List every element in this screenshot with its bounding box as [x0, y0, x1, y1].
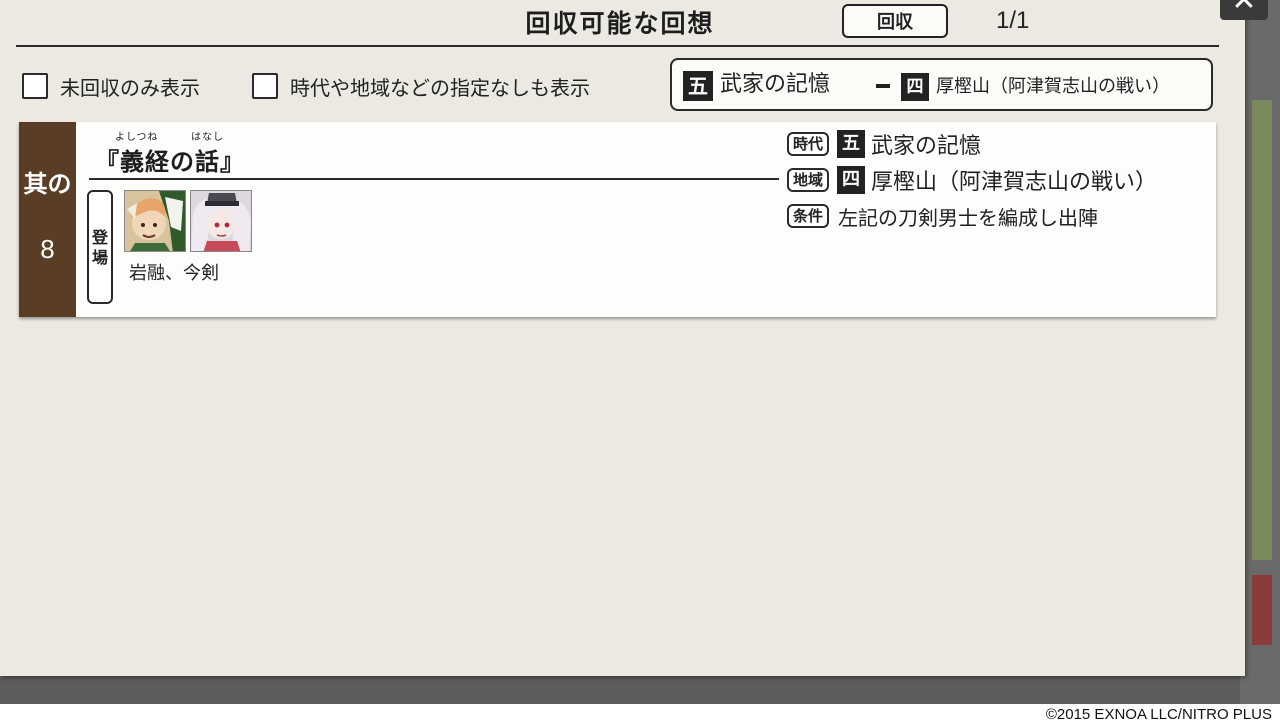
condition-row: 条件 左記の刀剣男士を編成し出陣: [787, 201, 1098, 231]
close-icon[interactable]: ✕: [1220, 0, 1268, 20]
background-decoration: [1252, 100, 1272, 560]
era-row: 時代 五 武家の記憶: [787, 129, 981, 159]
era-name: 武家の記憶: [720, 72, 831, 97]
character-portrait-iwatooshi: [124, 190, 186, 252]
condition-tag: 条件: [787, 204, 830, 228]
region-name: 厚樫山（阿津賀志山の戦い）: [936, 76, 1170, 97]
game-screen: 回収可能な回想 回収 1/1 未回収のみ表示 時代や地域などの指定なしも表示 五…: [0, 0, 1280, 704]
filter-show-unspecified[interactable]: 時代や地域などの指定なしも表示: [252, 70, 590, 102]
filter-unrecovered-only[interactable]: 未回収のみ表示: [22, 70, 200, 102]
recollection-card[interactable]: 其の 8 よしつね はなし 『義経の話』 登場 岩融、今剣 時代 五 武家の記憶…: [19, 122, 1216, 317]
unrecovered-only-label[interactable]: 未回収のみ表示: [60, 72, 200, 101]
separator-dash: [876, 84, 890, 88]
region-name: 厚樫山（阿津賀志山の戦い）: [871, 170, 1158, 195]
condition-text: 左記の刀剣男士を編成し出陣: [838, 205, 1099, 230]
era-tag: 時代: [787, 132, 830, 156]
show-unspecified-label[interactable]: 時代や地域などの指定なしも表示: [290, 72, 590, 101]
era-number-badge: 五: [837, 130, 866, 158]
era-name: 武家の記憶: [871, 134, 982, 159]
featured-characters: 岩融、今剣: [129, 263, 219, 284]
panel-title: 回収可能な回想: [525, 9, 715, 38]
copyright-notice: ©2015 EXNOA LLC/NITRO PLUS: [1045, 706, 1272, 723]
background-decoration: [1252, 575, 1272, 645]
divider: [16, 45, 1219, 47]
title-ruby: よしつね: [115, 132, 159, 143]
region-row: 地域 四 厚樫山（阿津賀志山の戦い）: [787, 165, 1157, 195]
background-scene: [1240, 0, 1280, 704]
region-tag: 地域: [787, 168, 830, 192]
card-number-tab: 其の 8: [19, 122, 76, 317]
recollection-title: 『義経の話』: [95, 147, 245, 176]
character-portrait-imanotsurugi: [190, 190, 252, 252]
card-number: 8: [40, 234, 55, 264]
recollection-panel: 回収可能な回想 回収 1/1 未回収のみ表示 時代や地域などの指定なしも表示 五…: [0, 0, 1245, 676]
region-number-badge: 四: [901, 73, 929, 101]
title-ruby: はなし: [191, 132, 224, 143]
era-number-badge: 五: [683, 71, 713, 101]
region-number-badge: 四: [837, 166, 866, 194]
unrecovered-only-checkbox[interactable]: [22, 73, 48, 99]
era-region-selector[interactable]: 五 武家の記憶 四 厚樫山（阿津賀志山の戦い）: [670, 58, 1213, 111]
page-indicator: 1/1: [996, 7, 1030, 34]
divider: [89, 178, 779, 180]
show-unspecified-checkbox[interactable]: [252, 73, 278, 99]
collect-button[interactable]: 回収: [842, 4, 948, 38]
appearance-tag: 登場: [87, 190, 113, 304]
card-number-label: 其の: [23, 169, 72, 198]
appearance-tag-label: 登場: [91, 228, 108, 267]
